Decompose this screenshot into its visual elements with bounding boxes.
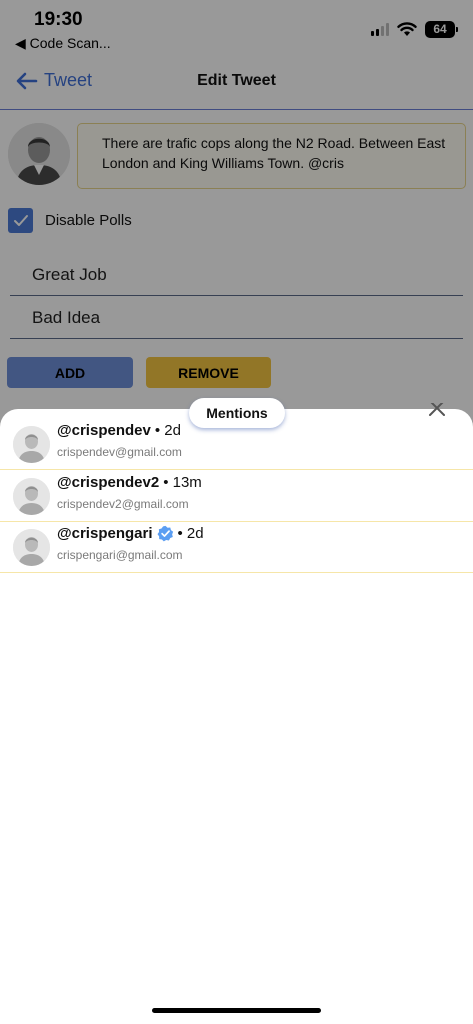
user-avatar-icon [13, 529, 50, 566]
user-avatar-icon [13, 478, 50, 515]
mentions-sheet: @crispendev • 2d crispendev@gmail.com @c… [0, 403, 473, 1024]
close-icon[interactable] [427, 403, 447, 417]
mention-handle: @crispendev [57, 422, 151, 439]
mention-time: • 13m [163, 474, 202, 491]
mention-item[interactable]: @crispengari • 2d crispengari@gmail.com [0, 522, 473, 573]
mention-handle: @crispendev2 [57, 474, 160, 491]
mention-email: crispendev2@gmail.com [57, 497, 189, 511]
mention-time: • 2d [154, 422, 181, 439]
mention-email: crispengari@gmail.com [57, 548, 183, 562]
mention-item[interactable]: @crispendev2 • 13m crispendev2@gmail.com [0, 471, 473, 522]
verified-badge-icon [157, 525, 173, 542]
user-avatar-icon [13, 426, 50, 463]
mention-email: crispendev@gmail.com [57, 445, 182, 459]
mentions-tab[interactable]: Mentions [189, 398, 285, 428]
mention-time: • 2d [177, 525, 204, 542]
mention-handle: @crispengari [57, 525, 153, 542]
home-indicator[interactable] [152, 1008, 321, 1013]
